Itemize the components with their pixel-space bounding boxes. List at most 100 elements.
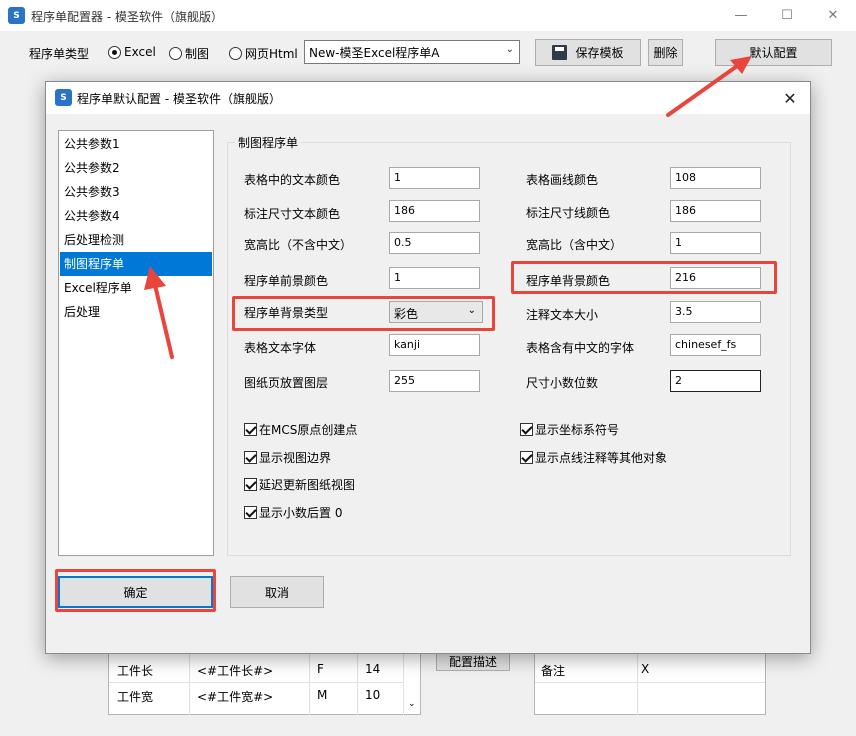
field-label: 标注尺寸文本颜色: [244, 207, 341, 221]
sheet-layer-input[interactable]: 255: [389, 370, 480, 392]
table-text-color-input[interactable]: 1: [389, 167, 480, 189]
table-divider: [535, 682, 765, 683]
field-label: 表格中的文本颜色: [244, 173, 341, 187]
annotation-box-background-type: [232, 296, 495, 331]
dialog-close-icon[interactable]: ✕: [776, 85, 804, 111]
field-label: 表格画线颜色: [526, 173, 599, 187]
checkbox-delay-update[interactable]: 延迟更新图纸视图: [244, 476, 355, 493]
main-titlebar: S 程序单配置器 - 模圣软件（旗舰版） — ☐ ✕: [0, 0, 856, 31]
nav-item-drawing-sheet[interactable]: 制图程序单: [60, 252, 212, 276]
table-cell: 10: [365, 688, 381, 702]
field-label: 图纸页放置图层: [244, 376, 329, 390]
chevron-down-icon: ⌄: [505, 44, 514, 55]
table-divider: [403, 649, 404, 715]
table-font-input[interactable]: kanji: [389, 334, 480, 356]
nav-item-excel-sheet[interactable]: Excel程序单: [60, 276, 212, 300]
radio-drawing-label: 制图: [185, 47, 210, 61]
radio-excel[interactable]: Excel: [108, 45, 156, 59]
group-title: 制图程序单: [235, 134, 302, 151]
check-icon: [520, 451, 533, 464]
cancel-button[interactable]: 取消: [230, 576, 324, 608]
nav-list: 公共参数1 公共参数2 公共参数3 公共参数4 后处理检测 制图程序单 Exce…: [58, 130, 214, 556]
checkbox-csys-symbol[interactable]: 显示坐标系符号: [520, 421, 619, 438]
nav-item-common-1[interactable]: 公共参数1: [60, 132, 212, 156]
field-label: 标注尺寸线颜色: [526, 206, 611, 220]
aspect-ratio-no-cn-input[interactable]: 0.5: [389, 232, 480, 254]
field-label: 宽高比（不含中文）: [244, 238, 353, 252]
save-icon: [552, 45, 568, 60]
delete-button[interactable]: 删除: [648, 39, 683, 66]
dialog-logo-icon: S: [55, 89, 72, 106]
checkbox-label: 延迟更新图纸视图: [259, 478, 356, 492]
template-select[interactable]: New-模圣Excel程序单A ⌄: [304, 40, 520, 64]
checkbox-label: 显示视图边界: [259, 451, 332, 465]
dim-line-color-input[interactable]: 186: [670, 200, 761, 222]
check-icon: [244, 478, 257, 491]
field-label: 程序单前景颜色: [244, 274, 329, 288]
save-template-button[interactable]: 保存模板: [535, 39, 641, 66]
checkbox-label: 在MCS原点创建点: [259, 423, 358, 437]
radio-drawing-dot: [169, 47, 182, 60]
annotation-box-background-color: [511, 261, 777, 294]
table-line-color-input[interactable]: 108: [670, 167, 761, 189]
note-label: 备注: [541, 664, 566, 678]
config-desc-button[interactable]: 配置描述: [436, 651, 510, 671]
app-logo-icon: S: [8, 7, 25, 24]
save-template-label: 保存模板: [575, 46, 624, 60]
maximize-button[interactable]: ☐: [764, 0, 810, 31]
field-label: 表格文本字体: [244, 341, 317, 355]
annotation-box-ok-button: [55, 569, 216, 612]
decimal-places-input[interactable]: 2: [670, 370, 761, 392]
checkbox-label: 显示坐标系符号: [535, 423, 620, 437]
aspect-ratio-cn-input[interactable]: 1: [670, 232, 761, 254]
table-cell: M: [317, 688, 328, 702]
nav-item-postprocess[interactable]: 后处理: [60, 300, 212, 324]
background-notes: 备注 X: [534, 648, 766, 715]
table-cell: 14: [365, 662, 381, 676]
table-cell: <#工件宽#>: [197, 690, 274, 704]
foreground-color-input[interactable]: 1: [389, 267, 480, 289]
template-select-value: New-模圣Excel程序单A: [309, 46, 440, 60]
table-divider: [109, 682, 403, 683]
radio-excel-dot: [108, 45, 121, 59]
checkbox-other-objects[interactable]: 显示点线注释等其他对象: [520, 449, 667, 466]
table-cell: <#工件长#>: [197, 664, 274, 678]
nav-item-common-4[interactable]: 公共参数4: [60, 204, 212, 228]
radio-html-dot: [229, 47, 242, 60]
nav-item-postprocess-check[interactable]: 后处理检测: [60, 228, 212, 252]
note-text-size-input[interactable]: 3.5: [670, 301, 761, 323]
field-label: 注释文本大小: [526, 308, 599, 322]
check-icon: [520, 423, 533, 436]
table-cell: 工件长: [117, 664, 154, 678]
table-cell: F: [317, 662, 324, 676]
field-label: 宽高比（含中文）: [526, 238, 623, 252]
dim-text-color-input[interactable]: 186: [389, 200, 480, 222]
radio-html[interactable]: 网页Html: [229, 45, 298, 62]
checkbox-label: 显示点线注释等其他对象: [535, 451, 668, 465]
cn-font-input[interactable]: chinesef_fs: [670, 334, 761, 356]
minimize-button[interactable]: —: [718, 0, 764, 31]
close-button[interactable]: ✕: [810, 0, 856, 31]
check-icon: [244, 506, 257, 519]
checkbox-view-border[interactable]: 显示视图边界: [244, 449, 331, 466]
dialog-title: 程序单默认配置 - 模圣软件（旗舰版）: [77, 92, 281, 106]
scroll-down-icon[interactable]: ⌄: [408, 699, 416, 709]
check-icon: [244, 423, 257, 436]
annotation-target-default-config: [714, 38, 834, 68]
checkbox-mcs-point[interactable]: 在MCS原点创建点: [244, 421, 357, 438]
nav-item-common-3[interactable]: 公共参数3: [60, 180, 212, 204]
checkbox-label: 显示小数后置 0: [259, 506, 343, 520]
type-label: 程序单类型: [29, 47, 90, 61]
radio-html-label: 网页Html: [245, 47, 298, 61]
radio-drawing[interactable]: 制图: [169, 45, 209, 62]
main-window-title: 程序单配置器 - 模圣软件（旗舰版）: [31, 10, 223, 24]
note-value: X: [641, 662, 650, 676]
nav-item-common-2[interactable]: 公共参数2: [60, 156, 212, 180]
table-cell: 工件宽: [117, 690, 154, 704]
check-icon: [244, 451, 257, 464]
checkbox-trailing-zero[interactable]: 显示小数后置 0: [244, 504, 342, 521]
background-table: 工件长 <#工件长#> F 14 工件宽 <#工件宽#> M 10 ⌄: [108, 648, 421, 715]
dialog-titlebar: S 程序单默认配置 - 模圣软件（旗舰版） ✕: [46, 82, 810, 114]
field-label: 表格含有中文的字体: [526, 341, 635, 355]
field-label: 尺寸小数位数: [526, 376, 599, 390]
